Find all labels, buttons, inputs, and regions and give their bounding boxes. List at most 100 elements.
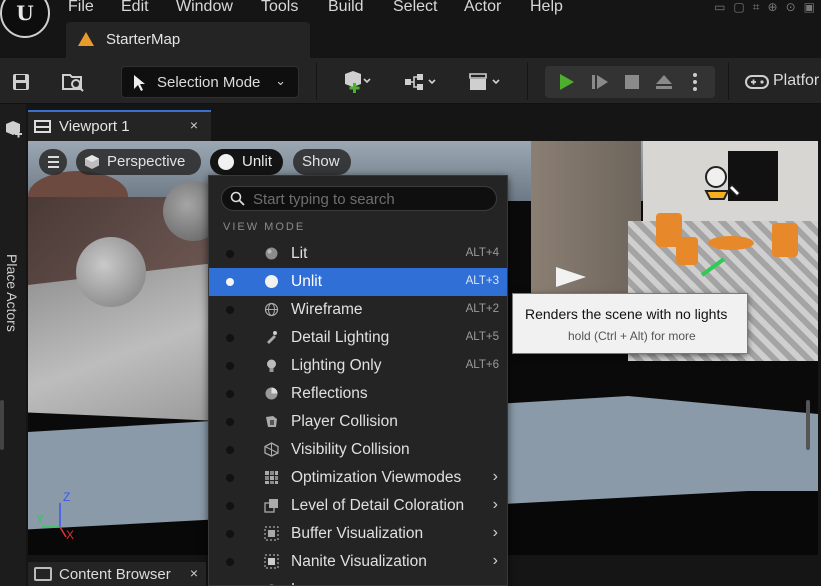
menu-window[interactable]: Window <box>176 0 233 16</box>
crop-icon[interactable]: ⌗ <box>753 0 760 15</box>
menu-edit[interactable]: Edit <box>121 0 149 16</box>
view-mode-item-unlit[interactable]: Unlit ALT+3 <box>209 268 507 296</box>
perspective-button[interactable]: Perspective <box>76 149 201 175</box>
view-mode-item-label: Lit <box>291 245 308 262</box>
toolbar-divider <box>316 62 317 100</box>
stop-icon[interactable] <box>619 67 645 97</box>
menu-tools[interactable]: Tools <box>261 0 298 16</box>
close-icon[interactable]: × <box>190 565 198 581</box>
toolbar-divider <box>527 62 528 100</box>
view-mode-label: Unlit <box>242 153 273 170</box>
perspective-label: Perspective <box>107 153 186 170</box>
axis-y-label: Y <box>36 512 44 526</box>
lod-icon <box>264 499 278 513</box>
view-mode-item-label: Wireframe <box>291 301 363 318</box>
menu-actor[interactable]: Actor <box>464 0 501 16</box>
unreal-logo-icon[interactable]: U <box>0 0 50 38</box>
cinematics-button[interactable] <box>462 67 506 97</box>
blueprint-button[interactable] <box>396 67 444 97</box>
menu-file[interactable]: File <box>68 0 94 16</box>
unlit-sphere-icon <box>218 154 234 170</box>
wireframe-sphere-icon <box>264 302 279 317</box>
view-mode-item-wireframe[interactable]: Wireframe ALT+2 <box>209 296 507 324</box>
download-icon[interactable]: ⊙ <box>786 0 796 15</box>
cursor-icon <box>134 75 145 91</box>
menu-search-input[interactable] <box>253 189 488 209</box>
lit-sphere-icon <box>265 247 278 260</box>
show-button[interactable]: Show <box>293 149 351 175</box>
view-mode-item-reflections[interactable]: Reflections <box>209 380 507 408</box>
menu-bar: U File Edit Window Tools Build Select Ac… <box>0 0 821 38</box>
place-actors-icon[interactable] <box>3 120 23 140</box>
viewport-scrollbar[interactable] <box>806 400 810 450</box>
view-mode-item-label: Reflections <box>291 385 368 402</box>
view-mode-item-label: Lighting Only <box>291 357 382 374</box>
tooltip-hint: hold (Ctrl + Alt) for more <box>568 329 696 343</box>
menu-build[interactable]: Build <box>328 0 364 16</box>
view-mode-item-buffer-visualization[interactable]: Buffer Visualization › <box>209 520 507 548</box>
place-actors-tab[interactable]: Place Actors <box>2 254 22 354</box>
tooltip-title: Renders the scene with no lights <box>525 306 728 322</box>
left-dock: Place Actors <box>0 104 26 586</box>
view-mode-item-lit[interactable]: Lit ALT+4 <box>209 240 507 268</box>
left-scrollbar[interactable] <box>0 400 4 450</box>
view-mode-item-label: Visibility Collision <box>291 441 410 458</box>
browse-icon[interactable] <box>58 67 88 97</box>
toolbar-divider <box>728 62 729 100</box>
scene-table <box>708 236 754 250</box>
close-icon[interactable]: × <box>190 117 198 133</box>
save-icon[interactable] <box>8 67 34 97</box>
view-mode-item-player-collision[interactable]: Player Collision <box>209 408 507 436</box>
selection-mode-label: Selection Mode <box>157 74 261 91</box>
view-mode-item-lumen[interactable]: Lumen › <box>209 576 507 585</box>
platforms-button[interactable]: Platfor <box>773 72 819 90</box>
menu-help[interactable]: Help <box>530 0 563 16</box>
viewport-tab-label: Viewport 1 <box>59 118 130 135</box>
advance-frame-icon[interactable] <box>587 67 613 97</box>
menu-search-box <box>221 186 497 211</box>
view-mode-item-level-of-detail-coloration[interactable]: Level of Detail Coloration › <box>209 492 507 520</box>
viewport-tab[interactable]: Viewport 1 × <box>28 110 211 141</box>
lightbulb-icon <box>267 359 276 372</box>
view-mode-item-nanite-visualization[interactable]: Nanite Visualization › <box>209 548 507 576</box>
chat-icon[interactable]: ▭ <box>714 0 725 15</box>
viewport-options-button[interactable] <box>39 149 67 175</box>
chevron-right-icon: › <box>492 524 498 541</box>
scene-chair <box>676 237 698 265</box>
content-browser-label: Content Browser <box>59 566 171 583</box>
folder-icon <box>34 567 52 581</box>
radio-dot-icon <box>226 530 234 538</box>
zoom-icon[interactable]: ⊕ <box>768 0 778 15</box>
view-mode-item-lighting-only[interactable]: Lighting Only ALT+6 <box>209 352 507 380</box>
reflections-icon <box>265 387 278 400</box>
chevron-down-icon: ⌄ <box>275 73 286 88</box>
light-actor-icon[interactable] <box>698 161 748 221</box>
detail-lighting-icon <box>267 331 277 344</box>
menu-select[interactable]: Select <box>393 0 437 16</box>
add-actor-button[interactable] <box>333 67 379 97</box>
view-mode-item-detail-lighting[interactable]: Detail Lighting ALT+5 <box>209 324 507 352</box>
view-mode-menu: VIEW MODE Lit ALT+4 Unlit ALT+3 Wireframe ALT… <box>208 175 508 586</box>
view-mode-item-visibility-collision[interactable]: Visibility Collision <box>209 436 507 464</box>
window-icon[interactable]: ▣ <box>804 0 815 15</box>
view-mode-header: VIEW MODE <box>223 221 306 233</box>
radio-dot-icon <box>226 334 234 342</box>
selection-mode-dropdown[interactable]: Selection Mode ⌄ <box>121 66 299 98</box>
tooltip: Renders the scene with no lights hold (C… <box>512 293 748 354</box>
window-controls: ▭ ▢ ⌗ ⊕ ⊙ ▣ <box>714 0 815 15</box>
layout-icon[interactable]: ▢ <box>733 0 744 15</box>
optimization-icon <box>265 471 278 484</box>
view-mode-button[interactable]: Unlit <box>210 149 283 175</box>
view-mode-item-optimization-viewmodes[interactable]: Optimization Viewmodes › <box>209 464 507 492</box>
level-tab[interactable]: StarterMap <box>66 22 310 58</box>
view-mode-item-label: Unlit <box>291 273 323 290</box>
shortcut-label: ALT+3 <box>465 275 499 287</box>
view-mode-item-label: Nanite Visualization <box>291 553 427 570</box>
player-collision-icon <box>266 416 277 427</box>
more-options-icon[interactable] <box>685 67 705 97</box>
place-actors-label: Place Actors <box>4 254 20 332</box>
eject-icon[interactable] <box>651 67 677 97</box>
play-controls <box>545 66 715 98</box>
play-icon[interactable] <box>553 67 579 97</box>
content-browser-tab[interactable]: Content Browser × <box>28 562 206 586</box>
